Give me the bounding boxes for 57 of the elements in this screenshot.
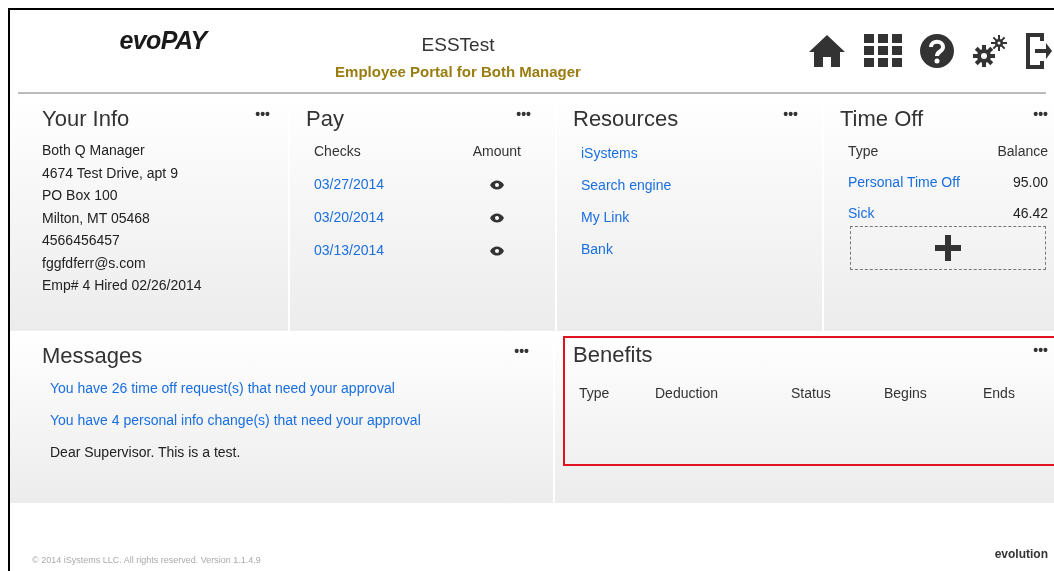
panel-title: Your Info [42,105,130,133]
column-header: Type [848,142,880,161]
time-off-type-link[interactable]: Sick [848,203,998,224]
check-link[interactable]: 03/13/2014 [314,240,473,261]
panel-title: Benefits [573,341,653,369]
view-icon[interactable] [489,245,504,256]
resource-link[interactable]: Search engine [581,175,672,196]
column-header: Status [791,384,832,403]
balance-value: 95.00 [1011,173,1048,192]
column-header: Begins [884,384,928,403]
message-text: Dear Supervisor. This is a test. [50,443,242,462]
portal-subtitle: Employee Portal for Both Manager [335,62,581,82]
grid-icon[interactable] [864,34,902,68]
add-button[interactable] [850,226,1046,270]
more-menu[interactable]: ••• [514,341,529,362]
view-icon[interactable] [489,179,504,190]
info-line: Both Q Manager [42,141,146,160]
resource-link[interactable]: iSystems [581,143,638,164]
more-menu[interactable]: ••• [1033,340,1048,361]
more-menu[interactable]: ••• [783,104,798,125]
panel-title: Resources [573,105,679,133]
more-menu[interactable]: ••• [516,104,531,125]
home-icon[interactable] [808,34,846,68]
column-header: Checks [314,142,362,161]
balance-value: 46.42 [1011,204,1048,223]
panel-title: Pay [306,105,344,133]
settings-icon[interactable] [972,34,1008,68]
column-header: Type [579,384,611,403]
message-link[interactable]: You have 4 personal info change(s) that need your approval [50,410,421,431]
more-menu[interactable]: ••• [1033,104,1048,125]
info-line: PO Box 100 [42,186,119,205]
view-icon[interactable] [489,212,504,223]
column-header: Balance [997,142,1048,161]
column-header: Amount [472,142,521,161]
logout-icon[interactable] [1026,33,1052,69]
column-header: Deduction [655,384,720,403]
help-icon[interactable] [920,34,954,68]
footer-logo: evolution [994,546,1048,563]
copyright-text: © 2014 iSystems LLC. All rights reserved. Version 1.1.4.9 [32,553,261,567]
info-line: fggfdferr@s.com [42,253,147,273]
info-line: 4566456457 [42,231,121,250]
info-line: Milton, MT 05468 [42,208,151,228]
resource-link[interactable]: Bank [581,239,613,260]
more-menu[interactable]: ••• [255,104,270,125]
check-link[interactable]: 03/20/2014 [314,207,473,228]
info-line: 4674 Test Drive, apt 9 [42,163,179,183]
panel-title: Messages [42,342,143,370]
time-off-type-link[interactable]: Personal Time Off [848,172,998,193]
check-link[interactable]: 03/27/2014 [314,174,473,195]
column-header: Ends [983,384,1016,403]
logo: evoPAY [119,25,207,56]
info-line: Emp# 4 Hired 02/26/2014 [42,276,203,295]
message-link[interactable]: You have 26 time off request(s) that need your approval [50,378,395,399]
resource-link[interactable]: My Link [581,207,630,228]
portal-title: ESSTest [421,32,495,57]
plus-icon [935,235,961,261]
panel-title: Time Off [840,105,924,133]
